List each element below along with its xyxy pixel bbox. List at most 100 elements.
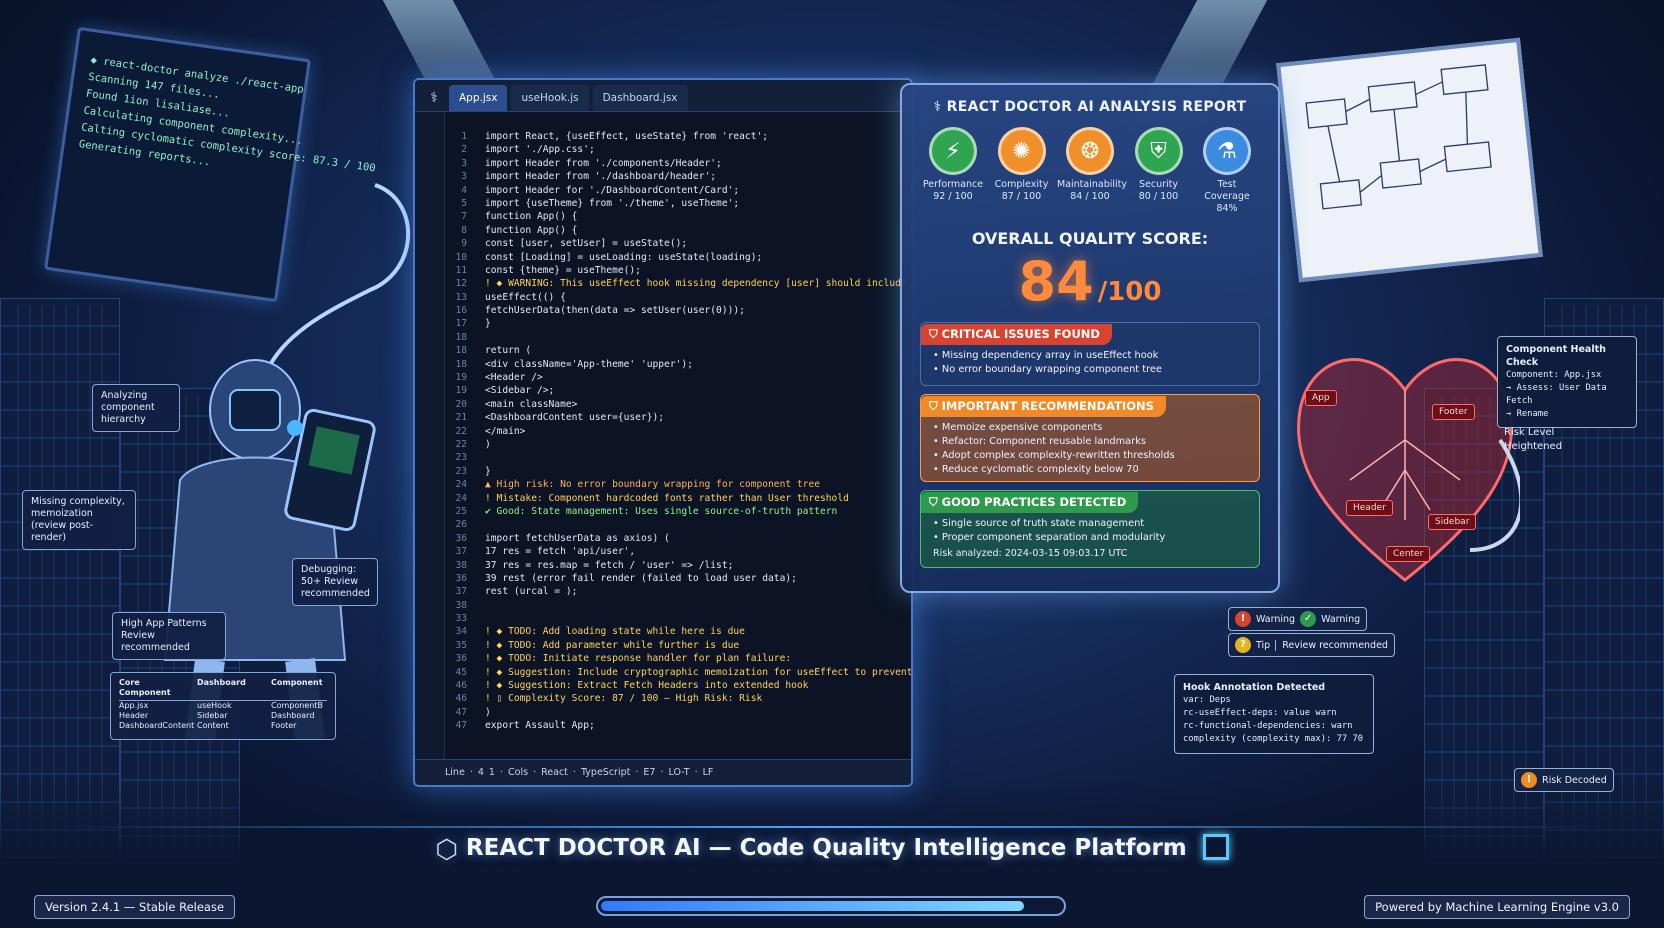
code-line[interactable]: 9 const [user, setUser] = useState();: [445, 237, 911, 250]
brain-gear-icon: ❂: [1066, 127, 1114, 175]
code-line[interactable]: 18 <div className='App-theme' 'upper');: [445, 358, 911, 371]
code-line[interactable]: 2 import './App.css';: [445, 143, 911, 156]
metric-test-coverage: ⚗ Test Coverage 84%: [1194, 127, 1260, 215]
line-number: 34: [455, 626, 467, 638]
line-number: 12: [455, 278, 467, 290]
code-text: </main>: [485, 425, 526, 437]
tab-usehook-js[interactable]: useHook.js: [511, 85, 589, 111]
code-line[interactable]: 36 import fetchUserData as axios) (: [445, 532, 911, 545]
code-line[interactable]: 47 ): [445, 706, 911, 719]
line-number: 23: [455, 465, 467, 477]
code-line[interactable]: 12 ! ◆ WARNING: This useEffect hook miss…: [445, 277, 911, 290]
check-icon: ✓: [1300, 611, 1317, 627]
architecture-whiteboard: [1276, 37, 1543, 283]
code-text: ! Mistake: Component hardcoded fonts rat…: [485, 492, 849, 504]
code-line[interactable]: 33: [445, 612, 911, 625]
line-number: 33: [455, 613, 467, 625]
metric-security: ⛨ Security 80 / 100: [1126, 127, 1192, 215]
code-line[interactable]: 36 ! ◆ TODO: Initiate response handler f…: [445, 652, 911, 665]
callout-high-app: High App Patterns Review recommended: [112, 612, 226, 660]
legend-warning: ! Warning ✓ Warning: [1228, 607, 1368, 631]
platform-title: ⬡ REACT DOCTOR AI — Code Quality Intelli…: [0, 834, 1664, 865]
server-rack: [0, 298, 120, 858]
recommendations-heading: ⛉ IMPORTANT RECOMMENDATIONS: [921, 396, 1166, 417]
line-number: 22: [455, 438, 467, 450]
code-line[interactable]: 23 }: [445, 465, 911, 478]
line-number: 18: [455, 358, 467, 370]
code-line[interactable]: 1 import React, {useEffect, useState} fro…: [445, 130, 911, 143]
code-line[interactable]: 8 function App() {: [445, 224, 911, 237]
code-line[interactable]: 4 import Header for './DashboardContent/C…: [445, 184, 911, 197]
code-line[interactable]: 47 export Assault App;: [445, 719, 911, 732]
code-line[interactable]: 22 </main>: [445, 425, 911, 438]
powered-by-badge: Powered by Machine Learning Engine v3.0: [1364, 895, 1630, 919]
code-text: function App() {: [485, 211, 578, 223]
code-line[interactable]: 46 ! ▯ Complexity Score: 87 / 100 — High…: [445, 692, 911, 705]
code-line[interactable]: 3 import Header from './components/Header…: [445, 157, 911, 170]
code-line[interactable]: 23: [445, 451, 911, 464]
code-line[interactable]: 16 fetchUserData(then(data => setUser(us…: [445, 304, 911, 317]
code-line[interactable]: 19 <Sidebar />;: [445, 384, 911, 397]
line-number: 45: [455, 666, 467, 678]
code-text: }: [485, 318, 491, 330]
callout-analyzing: Analyzing component hierarchy: [92, 384, 180, 432]
code-line[interactable]: 37 17 res = fetch 'api/user',: [445, 545, 911, 558]
code-line[interactable]: 13 useEffect(() {: [445, 291, 911, 304]
code-line[interactable]: 10 const [Loading] = useLoading: useStat…: [445, 251, 911, 264]
code-line[interactable]: 22 ): [445, 438, 911, 451]
component-diagram: [1305, 64, 1492, 210]
health-check-panel: Component Health Check Component: App.js…: [1497, 336, 1637, 428]
line-number: 47: [455, 706, 467, 718]
code-area[interactable]: 1 import React, {useEffect, useState} fro…: [445, 130, 911, 755]
tab-dashboard-jsx[interactable]: Dashboard.jsx: [592, 85, 688, 111]
code-line[interactable]: 25 ✔ Good: State management: Uses single…: [445, 505, 911, 518]
good-practices-box: ⛉ GOOD PRACTICES DETECTED Single source …: [920, 490, 1260, 568]
line-number: 38: [455, 599, 467, 611]
code-text: ! ◆ Suggestion: Extract Fetch Headers in…: [485, 680, 809, 692]
code-line[interactable]: 3 import Header from './dashboard/header'…: [445, 170, 911, 183]
tab-app-jsx[interactable]: App.jsx: [449, 85, 508, 111]
line-number: 25: [455, 505, 467, 517]
code-line[interactable]: 18 return (: [445, 344, 911, 357]
code-text: <DashboardContent user={user});: [485, 412, 665, 424]
code-line[interactable]: 19 <Header />: [445, 371, 911, 384]
code-line[interactable]: 45 ! ◆ Suggestion: Include cryptographic…: [445, 666, 911, 679]
code-line[interactable]: 21 <DashboardContent user={user});: [445, 411, 911, 424]
code-line[interactable]: 24 ▲ High risk: No error boundary wrappi…: [445, 478, 911, 491]
code-line[interactable]: 5 import {useTheme} from './theme', useTh…: [445, 197, 911, 210]
line-number: 13: [455, 291, 467, 303]
code-text: return (: [485, 345, 532, 357]
metrics-row: ⚡ Performance 92 / 100 ✺ Complexity 87 / 1…: [920, 127, 1260, 215]
code-line[interactable]: 17 }: [445, 317, 911, 330]
heart-tag-sidebar: Sidebar: [1428, 514, 1477, 530]
code-line[interactable]: 34 ! ◆ TODO: Add loading state while her…: [445, 625, 911, 638]
critical-issues-box: ⛉ CRITICAL ISSUES FOUND Missing dependen…: [920, 322, 1260, 386]
code-text: import Header from './dashboard/header';: [485, 171, 717, 183]
line-number: 21: [455, 412, 467, 424]
code-line[interactable]: 24 ! Mistake: Component hardcoded fonts …: [445, 492, 911, 505]
code-line[interactable]: 38 37 res = res.map = fetch / 'user' => …: [445, 559, 911, 572]
code-line[interactable]: 37 rest (urcal = );: [445, 585, 911, 598]
table-row: DashboardContent Content Footer: [119, 721, 297, 730]
line-number: 9: [461, 238, 467, 250]
brain-icon: ✺: [997, 127, 1046, 175]
overall-score: 84/100: [1018, 250, 1162, 313]
line-number: 19: [455, 372, 467, 384]
code-line[interactable]: 35 ! ◆ TODO: Add parameter while further…: [445, 639, 911, 652]
stethoscope-icon: ⚕: [430, 90, 438, 106]
code-text: import {useTheme} from './theme', useThe…: [485, 197, 740, 209]
code-line[interactable]: 20 <main className>: [445, 398, 911, 411]
line-number: 38: [455, 559, 467, 571]
code-text: rest (urcal = );: [485, 586, 578, 598]
score-label: OVERALL QUALITY SCORE:: [971, 229, 1209, 248]
code-line[interactable]: 26: [445, 518, 911, 531]
line-number: 37: [455, 586, 467, 598]
list-item: No error boundary wrapping component tre…: [933, 363, 1247, 377]
code-line[interactable]: 7 function App() {: [445, 210, 911, 223]
code-line[interactable]: 18: [445, 331, 911, 344]
code-text: ▲ High risk: No error boundary wrapping …: [485, 479, 821, 491]
code-line[interactable]: 11 const {theme} = useTheme();: [445, 264, 911, 277]
code-line[interactable]: 36 39 rest (error fail render (failed to…: [445, 572, 911, 585]
code-line[interactable]: 46 ! ◆ Suggestion: Extract Fetch Headers…: [445, 679, 911, 692]
code-line[interactable]: 38: [445, 599, 911, 612]
